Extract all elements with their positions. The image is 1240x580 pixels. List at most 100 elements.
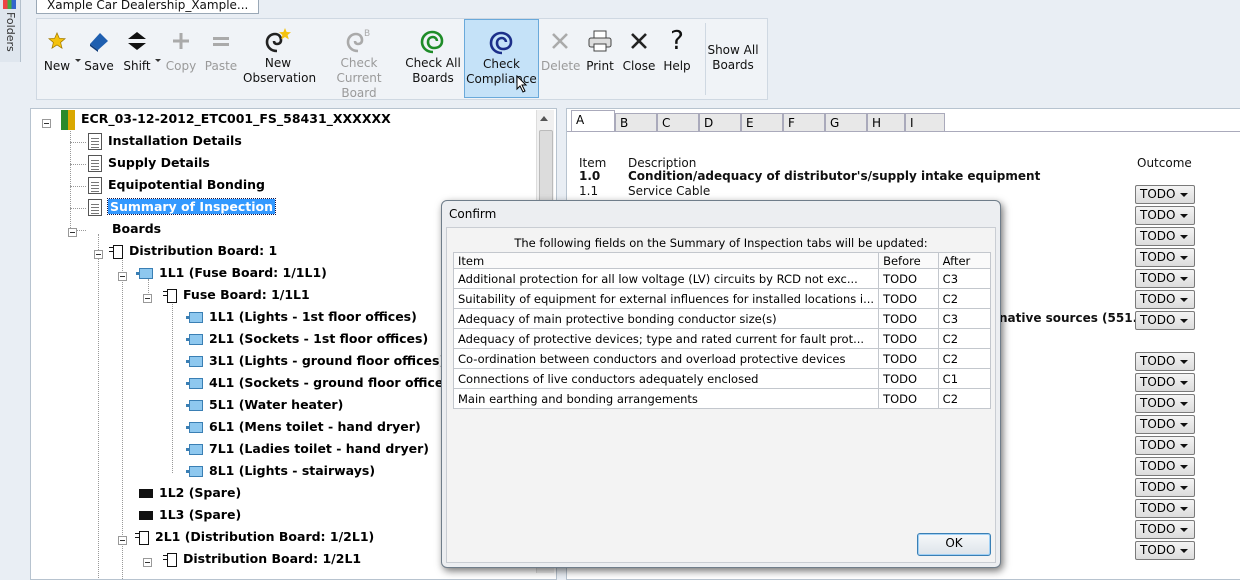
outcome-select[interactable]: TODO [1135, 185, 1195, 204]
outcome-select[interactable]: TODO [1135, 227, 1195, 246]
tab-a[interactable]: A [571, 110, 615, 132]
column-header-before: Before [878, 252, 939, 269]
print-button[interactable]: Print [582, 19, 618, 98]
check-all-boards-button[interactable]: Check All Boards [403, 19, 463, 98]
tree-item-circuit[interactable]: 6L1 (Mens toilet - hand dryer) [186, 417, 421, 437]
spare-icon [139, 511, 153, 520]
table-row[interactable]: Adequacy of main protective bonding cond… [452, 308, 992, 329]
tree-item-fuse-board-1l1[interactable]: 1L1 (Fuse Board: 1/1L1) [136, 263, 327, 283]
help-button[interactable]: ? Help [659, 19, 695, 98]
new-button[interactable]: New [39, 19, 81, 98]
distribution-board-icon [135, 530, 149, 545]
close-icon [625, 27, 653, 55]
folders-panel-toggle[interactable]: Folders [0, 0, 21, 62]
expand-toggle-1l1[interactable] [118, 272, 127, 281]
tab-c[interactable]: C [657, 113, 699, 131]
tree-item-installation-details[interactable]: Installation Details [88, 131, 242, 151]
check-compliance-button[interactable]: Check Compliance [464, 19, 539, 98]
tree-item-distribution-2l1[interactable]: 2L1 (Distribution Board: 1/2L1) [135, 527, 374, 547]
toolbar-separator [705, 23, 706, 95]
folders-label: Folders [4, 12, 17, 52]
dialog-message: The following fields on the Summary of I… [514, 236, 928, 250]
tab-b[interactable]: B [615, 113, 657, 131]
outcome-select[interactable]: TODO [1135, 436, 1195, 455]
outcome-select[interactable]: TODO [1135, 520, 1195, 539]
expand-toggle-fuse-board[interactable] [143, 294, 152, 303]
tab-e[interactable]: E [741, 113, 783, 131]
shift-dropdown-arrow[interactable] [155, 59, 161, 62]
section-number: 1.0 [579, 169, 601, 183]
tree-item-circuit[interactable]: 2L1 (Sockets - 1st floor offices) [186, 329, 428, 349]
outcome-select[interactable]: TODO [1135, 248, 1195, 267]
tree-item-distribution-board-1[interactable]: Distribution Board: 1 [109, 241, 277, 261]
expand-toggle-boards[interactable] [68, 228, 77, 237]
save-button[interactable]: Save [81, 19, 117, 98]
tab-f[interactable]: F [783, 113, 825, 131]
tree-root[interactable]: ECR_03-12-2012_ETC001_FS_58431_XXXXXX [61, 109, 391, 130]
printer-icon [586, 27, 614, 55]
outcome-select[interactable]: TODO [1135, 457, 1195, 476]
delete-button[interactable]: Delete [541, 19, 580, 98]
shift-button[interactable]: Shift [119, 19, 161, 98]
tree-item-distribution-inner[interactable]: Distribution Board: 1/2L1 [163, 549, 361, 569]
table-row[interactable]: Suitability of equipment for external in… [452, 288, 992, 309]
table-row[interactable]: Connections of live conductors adequatel… [452, 368, 992, 389]
section-title: Condition/adequacy of distributor's/supp… [628, 169, 1041, 183]
outcome-select[interactable]: TODO [1135, 394, 1195, 413]
circuit-icon [186, 356, 203, 367]
folders-icon [3, 0, 16, 9]
tree-item-spare-1l3[interactable]: 1L3 (Spare) [139, 505, 241, 525]
dialog-body: The following fields on the Summary of I… [446, 227, 996, 563]
tree-item-circuit[interactable]: 1L1 (Lights - 1st floor offices) [186, 307, 417, 327]
outcome-select[interactable]: TODO [1135, 206, 1195, 225]
tree-item-circuit[interactable]: 3L1 (Lights - ground floor offices) [186, 351, 445, 371]
tree-item-equipotential-bonding[interactable]: Equipotential Bonding [88, 175, 265, 195]
tree-item-circuit[interactable]: 8L1 (Lights - stairways) [186, 461, 375, 481]
tree-item-circuit[interactable]: 7L1 (Ladies toilet - hand dryer) [186, 439, 429, 459]
outcome-select[interactable]: TODO [1135, 541, 1195, 560]
page-icon [88, 199, 102, 216]
outcome-select[interactable]: TODO [1135, 269, 1195, 288]
outcome-select[interactable]: TODO [1135, 290, 1195, 309]
outcome-select[interactable]: TODO [1135, 373, 1195, 392]
outcome-select[interactable]: TODO [1135, 352, 1195, 371]
mouse-cursor-icon [516, 75, 528, 93]
expand-toggle-dist-inner[interactable] [143, 558, 152, 567]
outcome-select[interactable]: TODO [1135, 311, 1195, 330]
tree-item-supply-details[interactable]: Supply Details [88, 153, 210, 173]
outcome-select[interactable]: TODO [1135, 478, 1195, 497]
table-row[interactable]: Adequacy of protective devices; type and… [452, 328, 992, 349]
tree-item-boards[interactable]: Boards [112, 219, 161, 239]
tree-item-circuit[interactable]: 4L1 (Sockets - ground floor offices) [186, 373, 457, 393]
copy-button[interactable]: Copy [163, 19, 199, 98]
new-observation-button[interactable]: New Observation [243, 19, 316, 98]
scroll-up-icon[interactable] [540, 116, 548, 121]
tree-item-fuse-board-inner[interactable]: Fuse Board: 1/1L1 [163, 285, 310, 305]
paste-button[interactable]: Paste [203, 19, 239, 98]
tab-d[interactable]: D [699, 113, 741, 131]
help-icon: ? [670, 26, 684, 56]
expand-toggle-root[interactable] [42, 119, 51, 128]
outcome-select[interactable]: TODO [1135, 499, 1195, 518]
tab-g[interactable]: G [825, 113, 867, 131]
tree-item-circuit[interactable]: 5L1 (Water heater) [186, 395, 343, 415]
distribution-board-icon [163, 552, 177, 567]
table-row[interactable]: Additional protection for all low voltag… [452, 268, 992, 289]
tree-item-spare-1l2[interactable]: 1L2 (Spare) [139, 483, 241, 503]
tab-i[interactable]: I [905, 113, 945, 131]
document-tab[interactable]: Xample Car Dealership_Xample... [36, 0, 260, 14]
outcome-select[interactable]: TODO [1135, 415, 1195, 434]
toolbar: New Save Shift Copy Paste New Observatio… [36, 18, 768, 100]
show-all-boards-button[interactable]: Show All Boards [707, 19, 759, 98]
tree-item-summary-of-inspection[interactable]: Summary of Inspection [88, 197, 277, 217]
check-current-board-button[interactable]: B Check Current Board [318, 19, 400, 100]
table-row[interactable]: Main earthing and bonding arrangements TO… [452, 388, 992, 409]
expand-toggle-distribution-board-1[interactable] [94, 250, 103, 259]
spiral-b-icon: B [345, 27, 373, 55]
close-button[interactable]: Close [621, 19, 657, 98]
table-row[interactable]: Co-ordination between conductors and ove… [452, 348, 992, 369]
tab-h[interactable]: H [867, 113, 905, 131]
ok-button[interactable]: OK [917, 533, 991, 556]
svg-text:B: B [364, 29, 370, 39]
expand-toggle-2l1[interactable] [118, 536, 127, 545]
